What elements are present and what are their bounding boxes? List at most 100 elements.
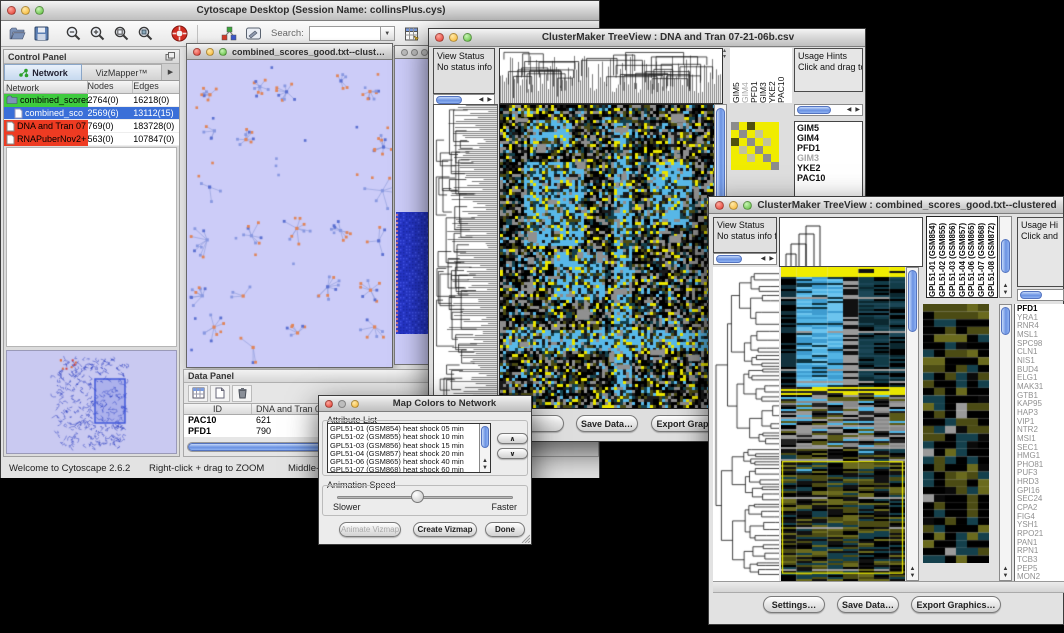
tv2-heatmap[interactable] bbox=[781, 267, 905, 581]
dialog-resize-grip[interactable] bbox=[520, 533, 530, 543]
tab-overflow-arrow[interactable]: ▶ bbox=[162, 64, 179, 80]
matrix-cell[interactable] bbox=[739, 162, 747, 170]
tv2-col-label[interactable]: GPL51-04 (GSM857) bbox=[958, 217, 968, 297]
tv2-close-button[interactable] bbox=[715, 201, 724, 210]
attribute-scroll-arrows[interactable]: ▲▼ bbox=[480, 458, 490, 472]
tv1-status-scroll-pill[interactable] bbox=[436, 96, 462, 104]
matrix-cell[interactable] bbox=[747, 162, 755, 170]
matrix-cell[interactable] bbox=[731, 130, 739, 138]
tv1-row-label[interactable]: GIM4 bbox=[797, 133, 860, 143]
tv1-vscroll-pill[interactable] bbox=[716, 108, 725, 203]
gene-list-item[interactable]: MON2 bbox=[1017, 573, 1064, 581]
tv1-hints-left-arrow[interactable]: ◀ bbox=[845, 105, 854, 115]
vizmapper-icon[interactable] bbox=[218, 24, 240, 44]
tv2-hints-scrollbar[interactable] bbox=[1017, 289, 1064, 301]
matrix-cell[interactable] bbox=[771, 138, 779, 146]
tv2-vertical-scrollbar[interactable]: ▲▼ bbox=[906, 267, 919, 581]
tv2-export-graphics-button[interactable]: Export Graphics… bbox=[911, 596, 1001, 613]
bg-close-button[interactable] bbox=[401, 49, 408, 56]
move-up-button[interactable]: ∧ bbox=[497, 433, 528, 444]
tv2-column-tree[interactable] bbox=[779, 217, 923, 267]
help-icon[interactable] bbox=[168, 24, 190, 44]
matrix-cell[interactable] bbox=[747, 130, 755, 138]
annotation-icon[interactable] bbox=[242, 24, 264, 44]
tv1-heatmap[interactable] bbox=[499, 104, 715, 409]
tv2-vscroll-pill[interactable] bbox=[908, 270, 917, 332]
new-attribute-icon[interactable] bbox=[210, 385, 230, 402]
tv2-genes-scroll-pill[interactable] bbox=[1001, 307, 1010, 335]
network-row-combined-sco-selected[interactable]: combined_sco 2569(6) 13112(15) bbox=[4, 107, 179, 120]
tv2-sub-heatmap[interactable] bbox=[923, 304, 989, 563]
network-row-rnapuber[interactable]: RNAPuberNov2+ 563(0) 107847(0) bbox=[4, 133, 179, 146]
matrix-cell[interactable] bbox=[771, 122, 779, 130]
tv2-save-data-button[interactable]: Save Data… bbox=[837, 596, 899, 613]
col-header-nodes[interactable]: Nodes bbox=[88, 81, 134, 93]
tv2-row-dendrogram[interactable] bbox=[713, 267, 779, 581]
tv1-titlebar[interactable]: ClusterMaker TreeView : DNA and Tran 07-… bbox=[429, 29, 865, 47]
matrix-cell[interactable] bbox=[763, 138, 771, 146]
tv1-minimize-button[interactable] bbox=[449, 33, 458, 42]
zoom-fit-icon[interactable] bbox=[110, 24, 132, 44]
dialog-close-button[interactable] bbox=[325, 400, 333, 408]
float-panel-icon[interactable] bbox=[165, 48, 175, 66]
tab-vizmapper[interactable]: VizMapper™ bbox=[82, 64, 162, 80]
zoom-button[interactable] bbox=[35, 6, 44, 15]
attribute-scroll-pill[interactable] bbox=[481, 426, 489, 448]
tv2-titlebar[interactable]: ClusterMaker TreeView : combined_scores_… bbox=[709, 197, 1063, 214]
delete-attribute-icon[interactable] bbox=[232, 385, 252, 402]
tv1-zoom-button[interactable] bbox=[463, 33, 472, 42]
tv2-col-label[interactable]: GPL51-08 (GSM872) bbox=[987, 217, 997, 297]
birdseye-canvas[interactable] bbox=[7, 351, 176, 453]
tv2-minimize-button[interactable] bbox=[729, 201, 738, 210]
animation-speed-slider-thumb[interactable] bbox=[411, 490, 424, 503]
tv1-hints-right-arrow[interactable]: ▶ bbox=[853, 105, 862, 115]
matrix-cell[interactable] bbox=[747, 146, 755, 154]
tv2-col-label[interactable]: GPL51-02 (GSM855) bbox=[938, 217, 948, 297]
close-button[interactable] bbox=[7, 6, 16, 15]
tv1-row-label[interactable]: PAC10 bbox=[797, 173, 860, 183]
network-tree-empty-area[interactable] bbox=[6, 147, 177, 347]
tv1-row-label[interactable]: PFD1 bbox=[797, 143, 860, 153]
birdseye-view[interactable] bbox=[6, 350, 177, 454]
tv2-col-label[interactable]: GPL51-06 (GSM865) bbox=[967, 217, 977, 297]
network-minimize-button[interactable] bbox=[206, 48, 214, 56]
matrix-cell[interactable] bbox=[755, 162, 763, 170]
attribute-list-scrollbar[interactable]: ▲▼ bbox=[479, 424, 490, 472]
tv1-mini-arrows[interactable]: ▴▾ bbox=[723, 48, 726, 60]
dense-cluster-canvas[interactable] bbox=[396, 212, 432, 334]
tv2-genes-scrollbar[interactable]: ▲▼ bbox=[999, 304, 1012, 581]
tv2-labels-scrollbar[interactable]: ▲▼ bbox=[999, 216, 1012, 298]
network-row-combined-scores[interactable]: combined_scores 2764(0) 16218(0) bbox=[4, 94, 179, 107]
bg-zoom-button[interactable] bbox=[421, 49, 428, 56]
matrix-cell[interactable] bbox=[771, 146, 779, 154]
tv2-vscroll-arrows[interactable]: ▲▼ bbox=[907, 566, 918, 580]
col-header-network[interactable]: Network bbox=[4, 81, 88, 94]
matrix-cell[interactable] bbox=[755, 154, 763, 162]
tv2-genes-scroll-arrows[interactable]: ▲▼ bbox=[1000, 566, 1011, 580]
network-close-button[interactable] bbox=[193, 48, 201, 56]
open-file-icon[interactable] bbox=[6, 24, 28, 44]
matrix-cell[interactable] bbox=[747, 138, 755, 146]
matrix-cell[interactable] bbox=[763, 162, 771, 170]
minimize-button[interactable] bbox=[21, 6, 30, 15]
zoom-in-icon[interactable] bbox=[86, 24, 108, 44]
matrix-cell[interactable] bbox=[763, 154, 771, 162]
tv2-zoom-button[interactable] bbox=[743, 201, 752, 210]
tv2-col-label[interactable]: GPL51-07 (GSM868) bbox=[977, 217, 987, 297]
matrix-cell[interactable] bbox=[747, 122, 755, 130]
save-icon[interactable] bbox=[30, 24, 52, 44]
matrix-cell[interactable] bbox=[763, 130, 771, 138]
zoom-selected-icon[interactable] bbox=[134, 24, 156, 44]
matrix-cell[interactable] bbox=[747, 154, 755, 162]
tv2-labels-scroll-arrows[interactable]: ▲▼ bbox=[1000, 283, 1011, 297]
tv2-status-scrollbar[interactable]: ◀▶ bbox=[713, 253, 777, 265]
bg-minimize-button[interactable] bbox=[411, 49, 418, 56]
tv2-col-label[interactable]: GPL51-03 (GSM856) bbox=[948, 217, 958, 297]
tv2-hints-scroll-pill[interactable] bbox=[1020, 291, 1042, 299]
matrix-cell[interactable] bbox=[739, 138, 747, 146]
matrix-cell[interactable] bbox=[763, 146, 771, 154]
move-down-button[interactable]: ∨ bbox=[497, 448, 528, 459]
tv1-column-dendrogram[interactable] bbox=[499, 48, 723, 104]
attribute-list-item[interactable]: GPL51-07 (GSM868) heat shock 60 min bbox=[330, 466, 488, 473]
main-titlebar[interactable]: Cytoscape Desktop (Session Name: collins… bbox=[1, 1, 599, 21]
